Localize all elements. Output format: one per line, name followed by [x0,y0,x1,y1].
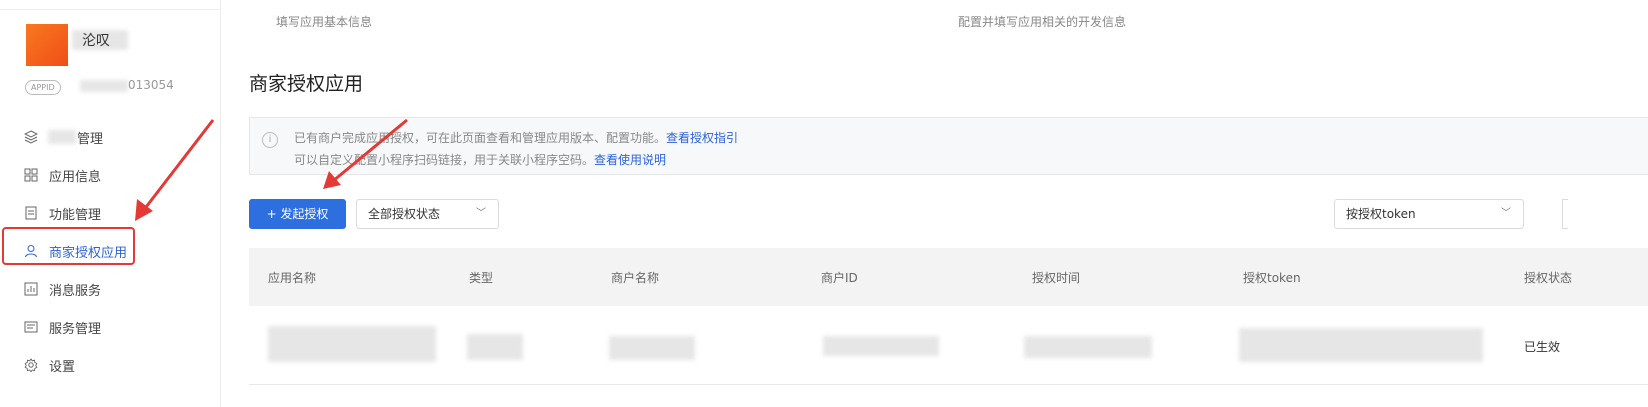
sidebar-item-merchant-auth[interactable]: 商家授权应用 [0,232,220,270]
chart-icon [24,282,38,296]
info-icon: i [262,132,278,148]
column-header: 商户ID [821,271,858,285]
merchant-id-cell-redacted [823,336,939,356]
gear-icon [24,358,38,373]
column-header: 授权状态 [1524,271,1573,285]
grid-icon [24,168,38,182]
auth-token-cell-redacted [1239,328,1483,362]
column-header: 授权token [1243,271,1301,285]
type-cell-redacted [467,334,523,360]
sidebar-item-label: 商家授权应用 [49,245,128,261]
main-content: 填写应用基本信息 配置并填写应用相关的开发信息 商家授权应用 i 已有商户完成应… [221,0,1648,407]
sidebar: 沦叹 APPID 013054 管理 应用信息 功能管理 商家授权应用 消息服务… [0,0,221,407]
info-banner: i 已有商户完成应用授权，可在此页面查看和管理应用版本、配置功能。查看授权指引 … [249,117,1648,175]
table-row[interactable]: 已生效 [249,306,1648,385]
column-header: 授权时间 [1032,271,1081,285]
nav-label-redacted [48,130,76,144]
user-icon [24,244,38,258]
sidebar-divider [0,9,220,10]
column-header: 应用名称 [268,271,317,285]
auth-status-select[interactable]: 全部授权状态 ﹀ [356,199,499,229]
sidebar-item-label: 设置 [49,359,76,375]
list-icon [24,320,38,334]
appid-badge: APPID [25,80,61,95]
sidebar-item-settings[interactable]: 设置 [0,346,220,384]
column-header: 类型 [469,271,494,285]
sidebar-item-messages[interactable]: 消息服务 [0,270,220,308]
page-title: 商家授权应用 [249,73,364,95]
appid-redacted [80,80,128,92]
chevron-down-icon: ﹀ [476,208,486,219]
info-text-1: 已有商户完成应用授权，可在此页面查看和管理应用版本、配置功能。 [294,131,667,145]
app-name: 沦叹 [82,33,110,49]
sidebar-item-label: 服务管理 [49,321,102,337]
sidebar-item-features[interactable]: 功能管理 [0,194,220,232]
sidebar-nav: 管理 应用信息 功能管理 商家授权应用 消息服务 服务管理 设置 [0,118,220,384]
sidebar-item-services[interactable]: 服务管理 [0,308,220,346]
start-authorization-button[interactable]: + 发起授权 [249,199,346,229]
sidebar-item-label: 管理 [77,131,104,147]
info-line-2: 可以自定义配置小程序扫码链接，用于关联小程序空码。查看使用说明 [294,151,666,168]
step-2-description: 配置并填写应用相关的开发信息 [958,15,1127,29]
status-badge: 已生效 [1524,340,1561,354]
merchant-name-cell-redacted [609,336,695,360]
sidebar-item-app-info[interactable]: 应用信息 [0,156,220,194]
auth-status-value: 全部授权状态 [368,207,441,221]
step-1-description: 填写应用基本信息 [276,15,373,29]
app-name-cell-redacted [268,326,436,362]
sidebar-item-label: 应用信息 [49,169,102,185]
sidebar-item-label: 消息服务 [49,283,102,299]
auth-guide-link[interactable]: 查看授权指引 [666,131,738,145]
table-header: 应用名称 类型 商户名称 商户ID 授权时间 授权token 授权状态 [249,248,1648,306]
column-header: 商户名称 [611,271,660,285]
token-filter-select[interactable]: 按授权token ﹀ [1334,199,1524,229]
auth-time-cell-redacted [1024,336,1152,358]
sidebar-item-label: 功能管理 [49,207,102,223]
app-logo [26,24,68,66]
usage-guide-link[interactable]: 查看使用说明 [594,153,666,167]
token-filter-value: 按授权token [1346,207,1416,221]
appid-value: 013054 [128,78,174,92]
info-line-1: 已有商户完成应用授权，可在此页面查看和管理应用版本、配置功能。查看授权指引 [294,129,738,146]
sidebar-item-management[interactable]: 管理 [0,118,220,156]
search-input-edge[interactable] [1562,199,1568,229]
chevron-down-icon: ﹀ [1501,208,1511,219]
layers-icon [23,130,39,144]
document-icon [24,206,38,220]
info-text-2: 可以自定义配置小程序扫码链接，用于关联小程序空码。 [294,153,595,167]
auth-table: 应用名称 类型 商户名称 商户ID 授权时间 授权token 授权状态 已生效 [249,248,1648,385]
